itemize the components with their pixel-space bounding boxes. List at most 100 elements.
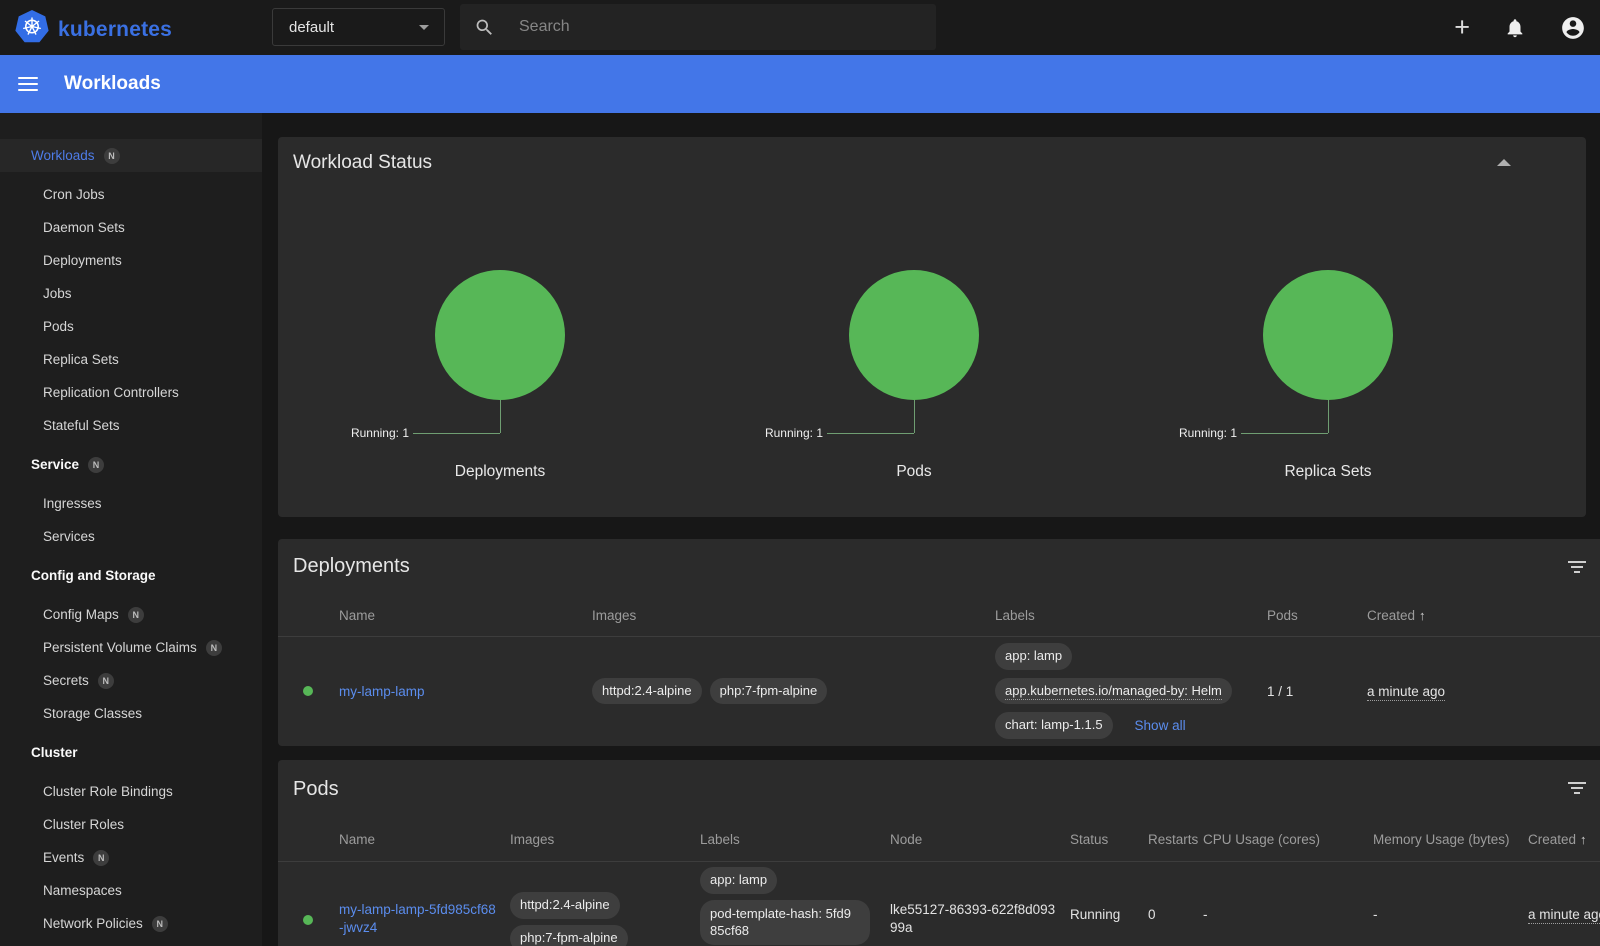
deployment-row[interactable]: my-lamp-lamp httpd:2.4-alpine php:7-fpm-… xyxy=(278,636,1600,746)
new-badge: N xyxy=(152,916,168,932)
sidebar-item-replica-sets[interactable]: Replica Sets xyxy=(0,343,262,376)
pod-created: a minute ago xyxy=(1528,907,1600,924)
sidebar-item-persistent-volume-claims[interactable]: Persistent Volume Claims N xyxy=(0,631,262,664)
col-node[interactable]: Node xyxy=(890,831,1070,849)
sidebar-section-config-and-storage: Config and Storage xyxy=(0,559,262,592)
deployments-table-header: Name Images Labels Pods Created↑ xyxy=(278,596,1600,636)
pods-card-title: Pods xyxy=(293,778,339,801)
new-badge: N xyxy=(104,148,120,164)
pod-row[interactable]: my-lamp-lamp-5fd985cf68-jwvz4 httpd:2.4-… xyxy=(278,861,1600,946)
filter-icon[interactable] xyxy=(1568,561,1586,576)
label-chip: app: lamp xyxy=(995,643,1072,670)
sort-asc-icon: ↑ xyxy=(1419,608,1426,623)
workload-status-charts: Running: 1 Deployments Running: 1 Pods R… xyxy=(278,270,1586,500)
sidebar-item-cluster-roles[interactable]: Cluster Roles xyxy=(0,808,262,841)
deployments-running-label: Running: 1 xyxy=(282,426,409,440)
col-images[interactable]: Images xyxy=(510,831,700,849)
sidebar-item-jobs[interactable]: Jobs xyxy=(0,277,262,310)
label-chip: chart: lamp-1.1.5 xyxy=(995,712,1113,739)
top-bar: kubernetes default + xyxy=(0,0,1600,55)
new-badge: N xyxy=(98,673,114,689)
sidebar-item-pods[interactable]: Pods xyxy=(0,310,262,343)
brand[interactable]: kubernetes xyxy=(14,9,172,50)
search-icon xyxy=(474,17,495,38)
replica-sets-running-label: Running: 1 xyxy=(1110,426,1237,440)
sidebar-item-config-maps[interactable]: Config Maps N xyxy=(0,598,262,631)
col-name[interactable]: Name xyxy=(339,831,510,849)
col-status[interactable]: Status xyxy=(1070,831,1148,849)
image-chip: httpd:2.4-alpine xyxy=(510,892,620,919)
col-images[interactable]: Images xyxy=(592,607,995,625)
deployments-chart-title: Deployments xyxy=(282,463,718,481)
sidebar-item-cron-jobs[interactable]: Cron Jobs xyxy=(0,178,262,211)
search-input[interactable] xyxy=(519,18,869,36)
chart-pods: Running: 1 Pods xyxy=(696,270,1132,500)
deployments-pie xyxy=(435,270,565,400)
pod-cpu-usage: - xyxy=(1203,907,1373,922)
col-pods[interactable]: Pods xyxy=(1267,607,1367,625)
chevron-down-icon xyxy=(419,25,429,30)
namespace-selector[interactable]: default xyxy=(272,8,445,46)
sidebar-item-namespaces[interactable]: Namespaces xyxy=(0,874,262,907)
sidebar-item-events[interactable]: Events N xyxy=(0,841,262,874)
pod-node: lke55127-86393-622f8d09399a xyxy=(890,901,1070,937)
col-labels[interactable]: Labels xyxy=(700,831,890,849)
topbar-actions: + xyxy=(1454,0,1586,55)
chart-deployments: Running: 1 Deployments xyxy=(282,270,718,500)
col-labels[interactable]: Labels xyxy=(995,607,1267,625)
deployments-card: Deployments Name Images Labels Pods Crea… xyxy=(278,539,1600,746)
new-badge: N xyxy=(128,607,144,623)
action-bar: Workloads xyxy=(0,55,1600,113)
replica-sets-chart-title: Replica Sets xyxy=(1110,463,1546,481)
col-name[interactable]: Name xyxy=(339,607,592,625)
workload-status-title: Workload Status xyxy=(293,152,432,174)
col-restarts[interactable]: Restarts xyxy=(1148,831,1203,849)
image-chip: httpd:2.4-alpine xyxy=(592,678,702,705)
sidebar-item-secrets[interactable]: Secrets N xyxy=(0,664,262,697)
kubernetes-logo-icon xyxy=(14,9,50,50)
pods-pie xyxy=(849,270,979,400)
pods-running-label: Running: 1 xyxy=(696,426,823,440)
sidebar-item-workloads[interactable]: Workloads N xyxy=(0,139,262,172)
pods-table-header: Name Images Labels Node Status Restarts … xyxy=(278,818,1600,861)
show-all-labels-link[interactable]: Show all xyxy=(1135,718,1186,733)
label-chip: app: lamp xyxy=(700,867,777,894)
account-avatar-icon[interactable] xyxy=(1560,15,1586,41)
sidebar-item-daemon-sets[interactable]: Daemon Sets xyxy=(0,211,262,244)
pod-name-link[interactable]: my-lamp-lamp-5fd985cf68-jwvz4 xyxy=(339,902,496,935)
col-cpu-usage[interactable]: CPU Usage (cores) xyxy=(1203,831,1373,849)
status-ok-dot xyxy=(303,915,313,925)
deployment-name-link[interactable]: my-lamp-lamp xyxy=(339,684,425,699)
add-resource-button[interactable]: + xyxy=(1454,14,1470,41)
pod-memory-usage: - xyxy=(1373,907,1528,922)
menu-hamburger-icon[interactable] xyxy=(18,73,38,95)
search-box[interactable] xyxy=(460,4,936,50)
pod-restarts: 0 xyxy=(1148,907,1203,922)
sidebar-item-replication-controllers[interactable]: Replication Controllers xyxy=(0,376,262,409)
sidebar-item-cluster-role-bindings[interactable]: Cluster Role Bindings xyxy=(0,775,262,808)
label-chip: pod-template-hash: 5fd985cf68 xyxy=(700,900,870,945)
pods-chart-title: Pods xyxy=(696,463,1132,481)
col-created-sorted[interactable]: Created↑ xyxy=(1367,607,1600,625)
label-chip: app.kubernetes.io/managed-by: Helm xyxy=(995,678,1232,705)
sidebar-item-storage-classes[interactable]: Storage Classes xyxy=(0,697,262,730)
col-memory-usage[interactable]: Memory Usage (bytes) xyxy=(1373,831,1528,849)
sidebar-item-deployments[interactable]: Deployments xyxy=(0,244,262,277)
notifications-bell-icon[interactable] xyxy=(1504,17,1526,39)
sidebar-item-network-policies[interactable]: Network Policies N xyxy=(0,907,262,940)
col-created-sorted[interactable]: Created↑ xyxy=(1528,831,1600,849)
filter-icon[interactable] xyxy=(1568,782,1586,797)
new-badge: N xyxy=(88,457,104,473)
image-chip: php:7-fpm-alpine xyxy=(510,925,628,946)
sidebar-item-ingresses[interactable]: Ingresses xyxy=(0,487,262,520)
chart-replica-sets: Running: 1 Replica Sets xyxy=(1110,270,1546,500)
kubernetes-dashboard: kubernetes default + xyxy=(0,0,1600,946)
pod-status: Running xyxy=(1070,907,1148,922)
sidebar-item-stateful-sets[interactable]: Stateful Sets xyxy=(0,409,262,442)
sidebar-item-services[interactable]: Services xyxy=(0,520,262,553)
deployment-created: a minute ago xyxy=(1367,684,1445,701)
sidebar-nav: Workloads N Cron Jobs Daemon Sets Deploy… xyxy=(0,113,262,946)
collapse-card-icon[interactable] xyxy=(1497,159,1511,166)
sidebar-section-service: Service N xyxy=(0,448,262,481)
deployment-pods-count: 1 / 1 xyxy=(1267,684,1367,699)
